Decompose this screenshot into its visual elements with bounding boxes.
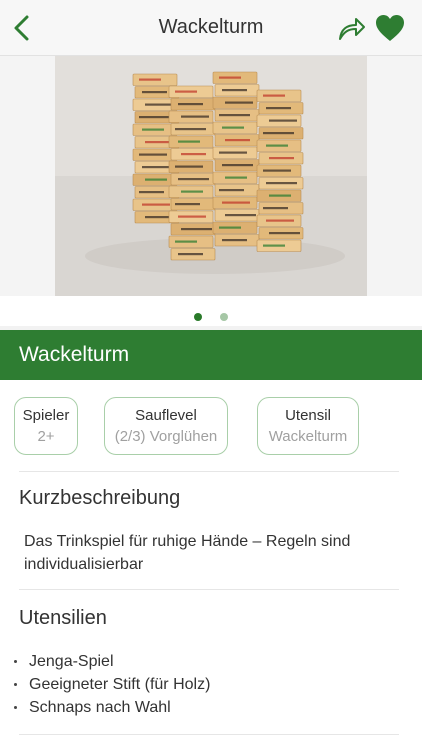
divider	[19, 589, 399, 590]
navigation-bar: Wackelturm	[0, 0, 422, 56]
attribute-value: 2+	[37, 428, 55, 445]
section-heading-utensils: Utensilien	[19, 607, 107, 629]
bullet-icon	[14, 683, 17, 686]
attribute-pill-drink-level[interactable]: Sauflevel (2/3) Vorglühen	[104, 397, 228, 455]
short-description-text: Das Trinkspiel für ruhige Hände – Regeln…	[24, 533, 351, 573]
game-title: Wackelturm	[19, 343, 130, 366]
attribute-label: Spieler	[22, 407, 70, 424]
page-dot-2[interactable]	[220, 313, 229, 321]
attribute-label: Utensil	[285, 407, 331, 424]
bullet-icon	[14, 706, 17, 709]
share-arrow-icon[interactable]	[336, 14, 366, 44]
image-gallery[interactable]	[0, 56, 422, 296]
page-indicator	[0, 308, 422, 321]
section-heading-short-description: Kurzbeschreibung	[19, 487, 181, 509]
list-item: Geeigneter Stift (für Holz)	[14, 673, 210, 696]
heart-icon[interactable]	[374, 13, 406, 43]
utensil-item: Jenga-Spiel	[29, 653, 114, 670]
attribute-value: (2/3) Vorglühen	[114, 428, 218, 445]
utensil-list: Jenga-Spiel Geeigneter Stift (für Holz) …	[14, 650, 210, 719]
divider	[19, 734, 399, 735]
attribute-pill-utensil[interactable]: Utensil Wackelturm	[257, 397, 359, 455]
jenga-tower-photo[interactable]	[55, 56, 367, 296]
bullet-icon	[14, 660, 17, 663]
attribute-pill-players[interactable]: Spieler 2+	[14, 397, 78, 455]
divider	[19, 471, 399, 472]
list-item: Jenga-Spiel	[14, 650, 210, 673]
utensil-item: Geeigneter Stift (für Holz)	[29, 676, 211, 693]
attribute-label: Sauflevel	[135, 407, 197, 424]
game-title-bar: Wackelturm	[0, 330, 422, 380]
page-dot-1[interactable]	[193, 313, 202, 321]
attribute-value: Wackelturm	[268, 428, 348, 445]
utensil-item: Schnaps nach Wahl	[29, 699, 171, 716]
list-item: Schnaps nach Wahl	[14, 696, 210, 719]
